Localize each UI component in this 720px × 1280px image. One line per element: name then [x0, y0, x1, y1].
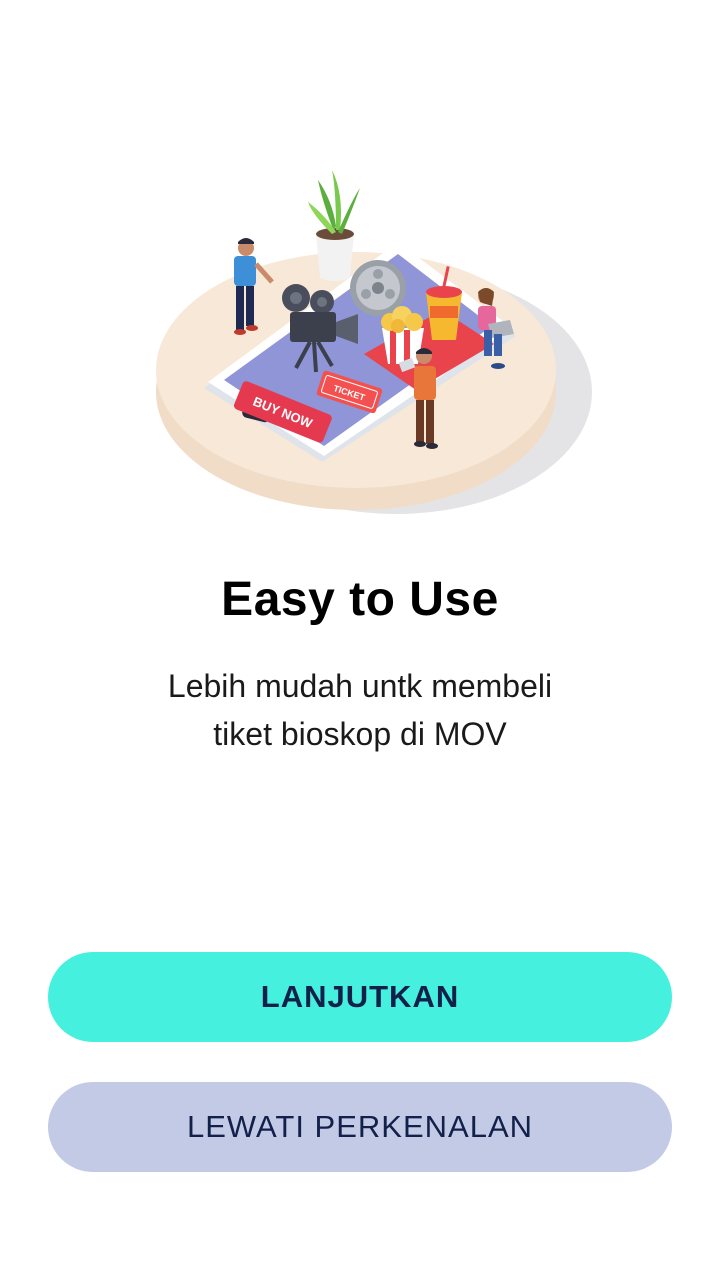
continue-button[interactable]: LANJUTKAN: [48, 952, 672, 1042]
subtitle-line-2: tiket bioskop di MOV: [213, 716, 507, 752]
skip-intro-button-label: LEWATI PERKENALAN: [186, 1109, 534, 1144]
skip-intro-button[interactable]: LEWATI PERKENALAN: [48, 1082, 672, 1172]
page-subtitle: Lebih mudah untk membeli tiket bioskop d…: [110, 662, 610, 758]
continue-button-label: LANJUTKAN: [260, 979, 460, 1014]
subtitle-line-1: Lebih mudah untk membeli: [167, 668, 553, 704]
page-title: Easy to Use: [221, 573, 499, 626]
onboarding-illustration: BUY NOW TICKET: [96, 130, 628, 530]
